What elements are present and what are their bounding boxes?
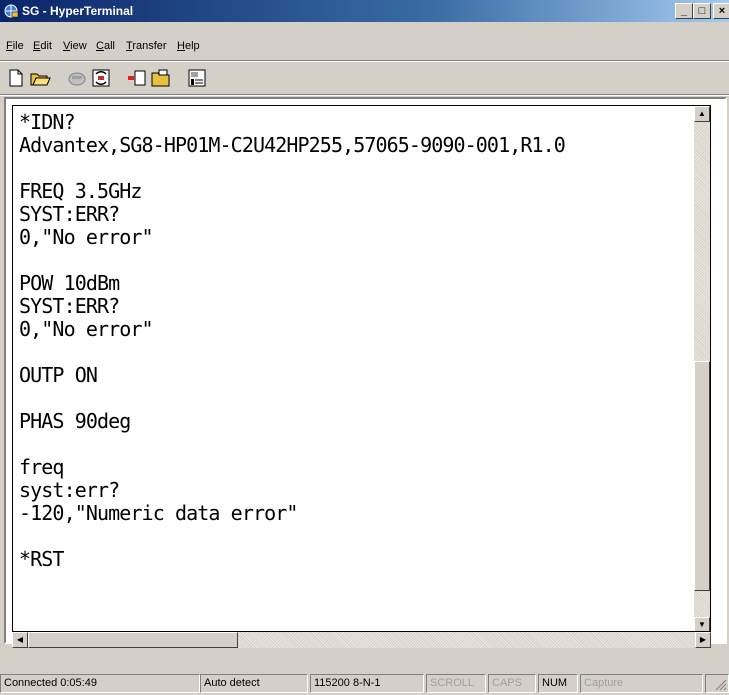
minimize-button[interactable]: _ bbox=[675, 3, 693, 19]
new-icon[interactable] bbox=[5, 67, 27, 89]
menu-transfer[interactable]: Transfer bbox=[126, 40, 167, 52]
terminal-line: PHAS 90deg bbox=[19, 409, 131, 433]
horizontal-scrollbar[interactable]: ◀ ▶ bbox=[12, 632, 711, 648]
status-caps: CAPS bbox=[488, 674, 536, 693]
scroll-up-button[interactable]: ▲ bbox=[694, 106, 710, 122]
status-settings: 115200 8-N-1 bbox=[310, 674, 424, 693]
status-detect: Auto detect bbox=[200, 674, 308, 693]
open-icon[interactable] bbox=[29, 67, 51, 89]
window-title: SG - HyperTerminal bbox=[22, 4, 134, 18]
terminal-line: syst:err? bbox=[19, 478, 120, 502]
menu-help-rest: elp bbox=[184, 40, 200, 52]
terminal-line: POW 10dBm bbox=[19, 271, 120, 295]
scroll-down-button[interactable]: ▼ bbox=[694, 617, 710, 631]
properties-icon[interactable] bbox=[186, 67, 208, 89]
menu-view[interactable]: View bbox=[63, 40, 87, 52]
terminal-line: *RST bbox=[19, 547, 64, 571]
terminal-line: FREQ 3.5GHz bbox=[19, 179, 142, 203]
menu-file[interactable]: File bbox=[6, 40, 24, 52]
terminal-line: SYST:ERR? bbox=[19, 202, 120, 226]
dial-icon[interactable] bbox=[90, 67, 112, 89]
terminal-line: 0,"No error" bbox=[19, 317, 154, 341]
terminal-frame: *IDN? Advantex,SG8-HP01M-C2U42HP255,57065… bbox=[4, 97, 727, 648]
status-scroll: SCROLL bbox=[426, 674, 486, 693]
hyperterminal-icon[interactable] bbox=[3, 3, 19, 19]
status-capture: Capture bbox=[580, 674, 703, 693]
scroll-left-button[interactable]: ◀ bbox=[12, 632, 28, 648]
terminal-line: SYST:ERR? bbox=[19, 294, 120, 318]
maximize-button[interactable]: □ bbox=[693, 3, 711, 19]
menu-help[interactable]: Help bbox=[177, 40, 200, 52]
receive-icon[interactable] bbox=[150, 67, 172, 89]
menu-transfer-rest: ransfer bbox=[132, 40, 167, 52]
close-button[interactable]: × bbox=[713, 3, 729, 19]
menu-call-rest: all bbox=[103, 40, 115, 52]
menu-edit-rest: dit bbox=[40, 40, 52, 52]
menu-bar: File Edit View Call Transfer Help bbox=[0, 37, 729, 59]
scroll-right-button[interactable]: ▶ bbox=[695, 632, 711, 648]
status-bar: Connected 0:05:49 Auto detect 115200 8-N… bbox=[0, 672, 729, 695]
title-bar[interactable]: SG - HyperTerminal _ □ × bbox=[0, 0, 729, 22]
terminal-line: Advantex,SG8-HP01M-C2U42HP255,57065-9090… bbox=[19, 133, 566, 157]
status-num: NUM bbox=[538, 674, 578, 693]
horizontal-scroll-thumb[interactable] bbox=[28, 632, 238, 648]
terminal-line: freq bbox=[19, 455, 64, 479]
terminal-line: OUTP ON bbox=[19, 363, 98, 387]
disconnect-icon[interactable] bbox=[66, 67, 88, 89]
terminal-line: 0,"No error" bbox=[19, 225, 154, 249]
resize-grip[interactable] bbox=[705, 674, 729, 693]
menu-call[interactable]: Call bbox=[96, 40, 115, 52]
terminal-line: *IDN? bbox=[19, 110, 76, 134]
menu-edit[interactable]: Edit bbox=[33, 40, 52, 52]
vertical-scroll-thumb[interactable] bbox=[694, 361, 710, 591]
menu-file-rest: ile bbox=[12, 40, 24, 52]
terminal-screen[interactable]: *IDN? Advantex,SG8-HP01M-C2U42HP255,57065… bbox=[12, 105, 711, 632]
status-connected: Connected 0:05:49 bbox=[0, 674, 200, 693]
menu-view-rest: iew bbox=[70, 40, 87, 52]
toolbar-separator bbox=[0, 94, 729, 96]
terminal-output[interactable]: *IDN? Advantex,SG8-HP01M-C2U42HP255,57065… bbox=[19, 110, 566, 571]
vertical-scrollbar[interactable]: ▲ ▼ bbox=[694, 106, 710, 631]
menu-separator bbox=[0, 60, 729, 62]
send-icon[interactable] bbox=[126, 67, 148, 89]
terminal-line: -120,"Numeric data error" bbox=[19, 501, 298, 525]
toolbar bbox=[0, 63, 729, 93]
